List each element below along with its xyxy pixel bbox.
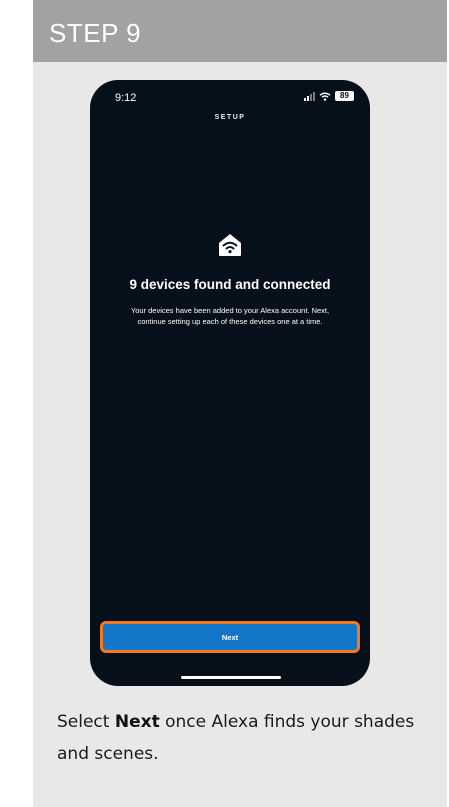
home-indicator: [181, 676, 281, 679]
hub-wifi-icon: [219, 234, 241, 256]
devices-found-title: 9 devices found and connected: [129, 277, 331, 292]
screen-header: SETUP: [214, 114, 246, 121]
instruction-emphasis: Next: [114, 712, 160, 732]
wifi-icon: [319, 92, 331, 101]
phone-screenshot: 9:12 89 SETUP 9 devices found and connec…: [90, 80, 370, 686]
next-button[interactable]: Next: [100, 621, 360, 653]
instruction-text: Select Next once Alexa finds your shades…: [57, 706, 427, 770]
instruction-prefix: Select: [57, 712, 115, 732]
status-time: 9:12: [115, 92, 137, 104]
devices-found-description: Your devices have been added to your Ale…: [130, 306, 330, 326]
step-title: STEP 9: [33, 0, 447, 62]
status-icons: 89: [304, 91, 354, 101]
signal-icon: [304, 91, 315, 101]
battery-icon: 89: [335, 91, 354, 101]
